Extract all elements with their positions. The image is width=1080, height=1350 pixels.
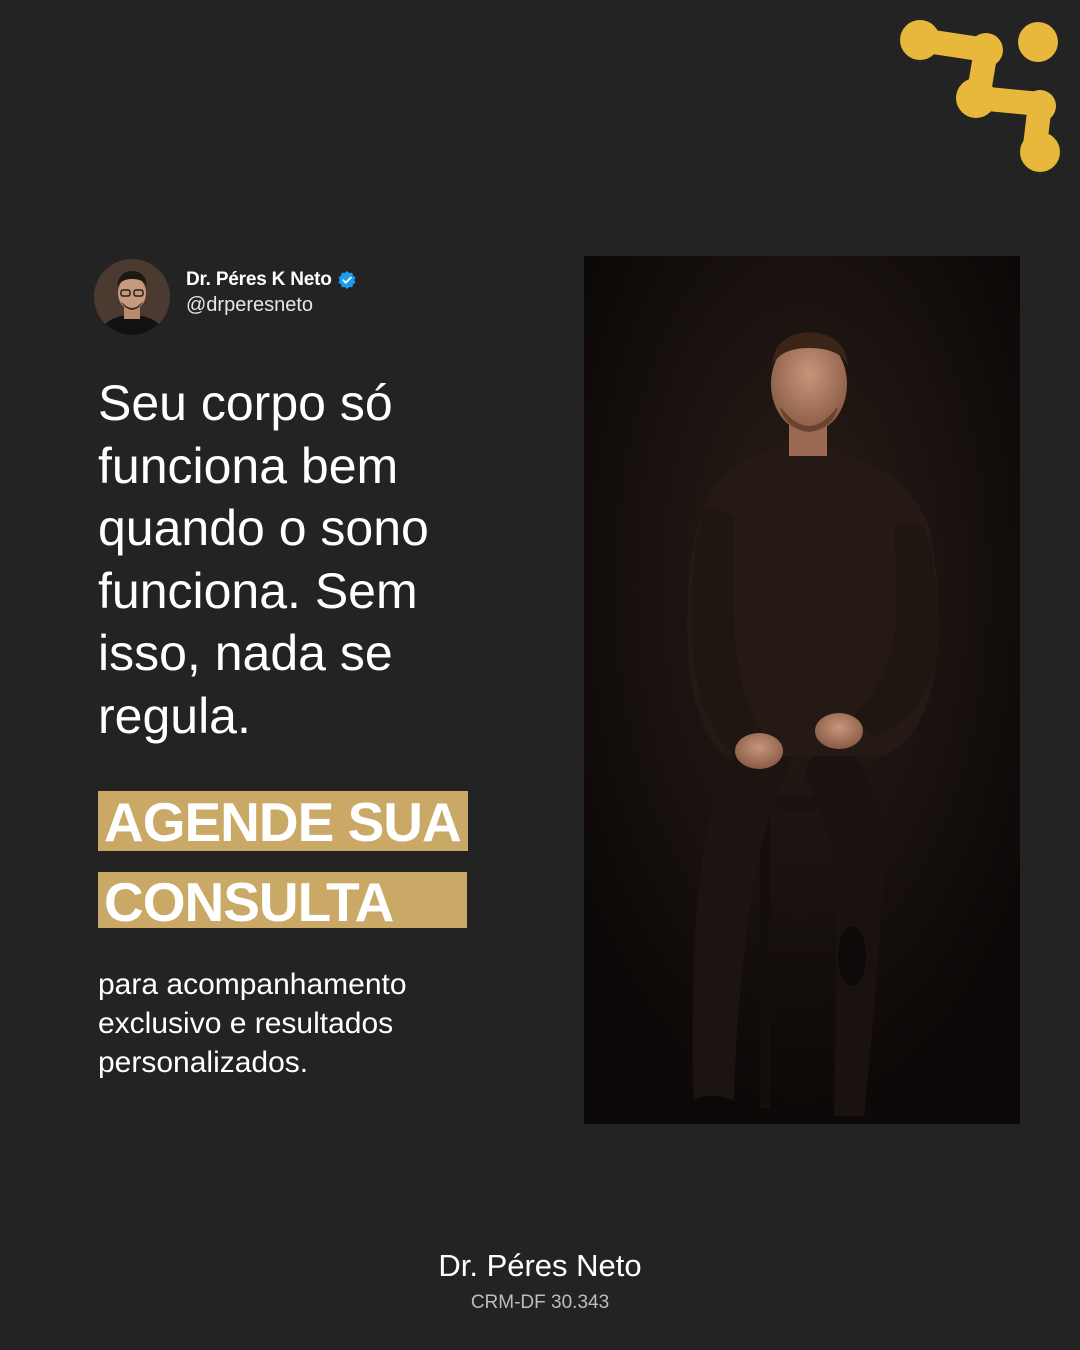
subtext-line: para acompanhamento bbox=[98, 968, 407, 1001]
headline: Seu corpo só funciona bem quando o sono … bbox=[98, 372, 538, 747]
molecule-logo-icon bbox=[900, 20, 1060, 172]
footer-name: Dr. Péres Neto bbox=[438, 1248, 642, 1283]
headline-line: isso, nada se bbox=[98, 625, 393, 681]
verified-badge-icon bbox=[338, 271, 356, 290]
subtext: para acompanhamento exclusivo e resultad… bbox=[98, 965, 518, 1082]
profile-name: Dr. Péres K Neto bbox=[186, 269, 332, 291]
footer-crm: CRM-DF 30.343 bbox=[470, 1292, 610, 1313]
profile-handle: @drperesneto bbox=[186, 293, 314, 316]
portrait-photo bbox=[584, 256, 1020, 1124]
subtext-line: personalizados. bbox=[98, 1046, 309, 1079]
avatar bbox=[94, 259, 170, 335]
headline-line: quando o sono bbox=[98, 500, 429, 556]
headline-line: funciona bem bbox=[98, 437, 399, 494]
headline-line: funciona. Sem bbox=[98, 562, 418, 619]
cta-line-2: CONSULTA bbox=[98, 872, 467, 928]
subtext-line: exclusivo e resultados bbox=[98, 1007, 394, 1040]
headline-line: regula. bbox=[98, 687, 251, 744]
headline-line: Seu corpo só bbox=[98, 375, 393, 431]
profile-header: Dr. Péres K Neto @drperesneto bbox=[94, 258, 357, 336]
cta-line-1: AGENDE SUA bbox=[98, 791, 468, 851]
